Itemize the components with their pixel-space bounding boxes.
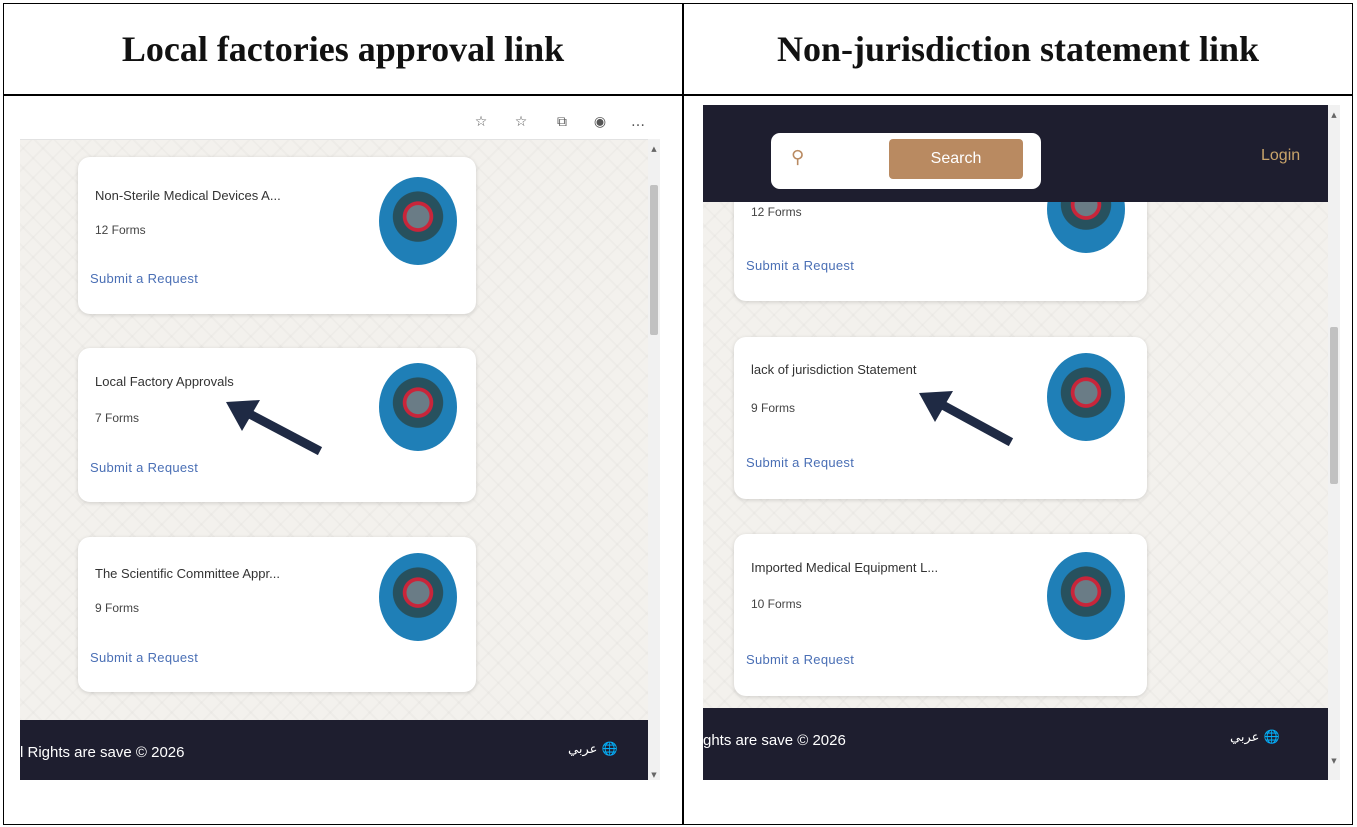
submit-request-link[interactable]: Submit a Request	[90, 460, 198, 475]
card-forms-count: 7 Forms	[95, 411, 140, 425]
top-navbar: ⚲ Search Login	[703, 105, 1328, 202]
copyright-text: l Rights are save © 2026	[20, 744, 185, 761]
language-switch[interactable]: عربي 🌐	[568, 742, 618, 757]
star-add-icon[interactable]: ☆	[471, 112, 491, 132]
login-link[interactable]: Login	[1261, 147, 1300, 165]
column-divider	[682, 4, 684, 824]
globe-icon: 🌐	[1263, 730, 1280, 745]
browser-toolbar: ☆ ☆ ⧉ ◉ …	[20, 105, 660, 140]
card-forms-count: 9 Forms	[751, 401, 796, 415]
submit-request-link[interactable]: Submit a Request	[90, 650, 198, 665]
submit-request-link[interactable]: Submit a Request	[746, 258, 854, 273]
card-forms-count: 9 Forms	[95, 601, 140, 615]
card-title: lack of jurisdiction Statement	[751, 362, 917, 377]
more-icon[interactable]: …	[628, 112, 648, 132]
card-avatar	[379, 553, 457, 641]
service-card: The Scientific Committee Appr... 9 Forms…	[78, 537, 476, 692]
card-avatar	[379, 177, 457, 265]
collections-icon[interactable]: ⧉	[552, 112, 572, 132]
pointer-arrow-icon	[919, 391, 1014, 447]
row-divider	[4, 94, 1352, 96]
card-avatar	[1047, 353, 1125, 441]
search-button[interactable]: Search	[889, 139, 1023, 179]
submit-request-link[interactable]: Submit a Request	[746, 455, 854, 470]
scroll-down-icon[interactable]: ▼	[1328, 755, 1340, 767]
language-label: عربي	[1230, 730, 1260, 745]
favorites-icon[interactable]: ☆	[511, 112, 531, 132]
search-box[interactable]: ⚲ Search	[771, 133, 1041, 189]
header-left: Local factories approval link	[121, 29, 565, 69]
profile-icon[interactable]: ◉	[590, 112, 610, 132]
search-icon: ⚲	[791, 147, 805, 168]
card-title: Local Factory Approvals	[95, 374, 234, 389]
card-forms-count: 10 Forms	[751, 597, 802, 611]
scroll-up-icon[interactable]: ▲	[648, 143, 660, 155]
card-forms-count: 12 Forms	[95, 223, 146, 237]
scrollbar-thumb[interactable]	[1330, 327, 1338, 484]
site-footer: l Rights are save © 2026 عربي 🌐	[20, 720, 648, 780]
scroll-up-icon[interactable]: ▲	[1328, 109, 1340, 121]
language-label: عربي	[568, 742, 598, 757]
service-card: Imported Medical Equipment L... 10 Forms…	[734, 534, 1147, 696]
card-title: Non-Sterile Medical Devices A...	[95, 188, 281, 203]
site-footer: ghts are save © 2026 عربي 🌐	[703, 708, 1328, 780]
scrollbar-thumb[interactable]	[650, 185, 658, 335]
left-screenshot: ☆ ☆ ⧉ ◉ … Non-Sterile Medical Devices A.…	[20, 105, 660, 780]
card-avatar	[379, 363, 457, 451]
scrollbar[interactable]: ▲ ▼	[648, 139, 660, 780]
right-screenshot: 12 Forms Submit a Request lack of jurisd…	[703, 105, 1340, 780]
language-switch[interactable]: عربي 🌐	[1230, 730, 1280, 745]
card-forms-count: 12 Forms	[751, 205, 802, 219]
card-avatar	[1047, 552, 1125, 640]
globe-icon: 🌐	[601, 742, 618, 757]
submit-request-link[interactable]: Submit a Request	[746, 652, 854, 667]
card-title: Imported Medical Equipment L...	[751, 560, 939, 575]
header-right: Non-jurisdiction statement link	[776, 29, 1259, 69]
scroll-down-icon[interactable]: ▼	[648, 769, 660, 780]
pointer-arrow-icon	[226, 400, 323, 456]
scrollbar[interactable]: ▲ ▼	[1328, 105, 1340, 780]
service-card: Non-Sterile Medical Devices A... 12 Form…	[78, 157, 476, 314]
submit-request-link[interactable]: Submit a Request	[90, 271, 198, 286]
copyright-text: ghts are save © 2026	[703, 732, 846, 749]
card-title: The Scientific Committee Appr...	[95, 566, 280, 581]
